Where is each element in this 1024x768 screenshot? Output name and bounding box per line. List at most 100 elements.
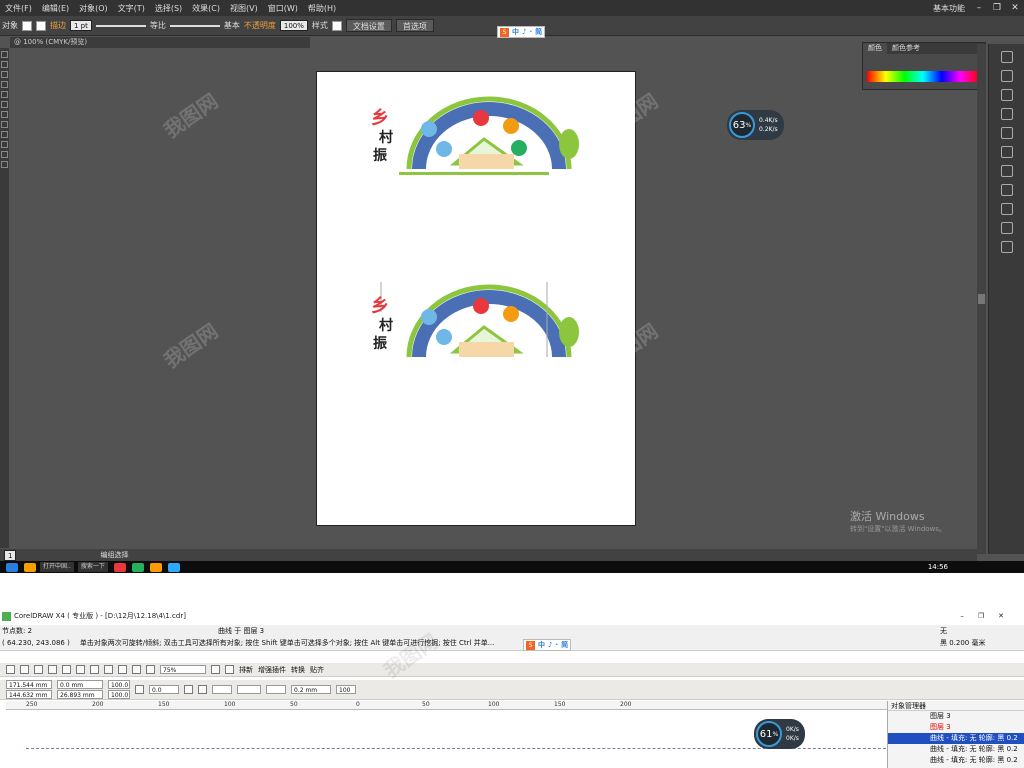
- page-node[interactable]: 图层 3: [888, 711, 1024, 722]
- outline-width-field[interactable]: 0.2 mm: [291, 685, 331, 694]
- save-icon[interactable]: [34, 665, 43, 674]
- height-field[interactable]: 26.893 mm: [57, 690, 103, 699]
- color-spectrum[interactable]: [867, 71, 979, 82]
- cut-icon[interactable]: [62, 665, 71, 674]
- app-icon-1[interactable]: [113, 562, 126, 572]
- type-tool-icon[interactable]: [1, 71, 8, 78]
- stroke-label[interactable]: 描边: [50, 20, 66, 31]
- toolbar-btn-3[interactable]: 转换: [291, 665, 305, 675]
- segment-field[interactable]: 100: [336, 685, 356, 694]
- pen-tool-icon[interactable]: [1, 81, 8, 88]
- brush-label[interactable]: 基本: [224, 20, 240, 31]
- menu-object[interactable]: 对象(O): [74, 3, 113, 14]
- photoshop-icon[interactable]: [167, 562, 180, 572]
- gradient-icon[interactable]: [1000, 146, 1013, 158]
- taskbar-item-browser[interactable]: 打开中国..: [40, 562, 74, 572]
- hand-tool-icon[interactable]: [1, 151, 8, 158]
- toolbar-btn-4[interactable]: 贴齐: [310, 665, 324, 675]
- start-arrow-select[interactable]: [212, 685, 232, 694]
- export-icon[interactable]: [146, 665, 155, 674]
- zoom-in-icon[interactable]: [211, 665, 220, 674]
- close-icon[interactable]: ✕: [1006, 3, 1024, 13]
- object-row[interactable]: 曲线 - 填充: 无 轮廓: 黑 0.2: [888, 755, 1024, 766]
- line-style-select[interactable]: [237, 685, 261, 694]
- redo-icon[interactable]: [118, 665, 127, 674]
- window-controls[interactable]: –❐✕: [960, 612, 1018, 620]
- stroke-swatch[interactable]: [36, 20, 46, 31]
- swatches-icon[interactable]: [1000, 70, 1013, 82]
- workspace-switcher[interactable]: 基本功能: [928, 3, 970, 14]
- tab-color[interactable]: 颜色: [863, 43, 887, 54]
- menu-file[interactable]: 文件(F): [0, 3, 37, 14]
- eyedropper-tool-icon[interactable]: [1, 141, 8, 148]
- zoom-level-field[interactable]: 75%: [160, 665, 206, 674]
- artboards-icon[interactable]: [1000, 241, 1013, 253]
- fill-swatch[interactable]: [22, 20, 32, 31]
- undo-icon[interactable]: [104, 665, 113, 674]
- taskbar-item-search[interactable]: 搜索一下: [77, 562, 108, 572]
- profile-label[interactable]: 等比: [150, 20, 166, 31]
- style-swatch[interactable]: [331, 20, 342, 31]
- stroke-icon[interactable]: [1000, 127, 1013, 139]
- restore-icon[interactable]: ❐: [988, 3, 1006, 13]
- import-icon[interactable]: [132, 665, 141, 674]
- symbols-icon[interactable]: [1000, 108, 1013, 120]
- menu-window[interactable]: 窗口(W): [263, 3, 303, 14]
- guideline[interactable]: [26, 748, 886, 749]
- ime-toolbar[interactable]: S 中 ♪ · 简: [497, 26, 546, 38]
- toolbar-btn-2[interactable]: 增强插件: [258, 665, 286, 675]
- menu-help[interactable]: 帮助(H): [303, 3, 341, 14]
- mirror-v-icon[interactable]: [198, 685, 207, 694]
- selection-tool-icon[interactable]: [1, 51, 8, 58]
- vertical-scrollbar[interactable]: [977, 44, 986, 554]
- explorer-icon[interactable]: [24, 562, 36, 572]
- opacity-field[interactable]: 100%: [279, 20, 308, 31]
- stroke-weight-field[interactable]: 1 pt: [70, 20, 92, 31]
- width-field[interactable]: 0.0 mm: [57, 680, 103, 689]
- layer-node[interactable]: 图层 3: [888, 722, 1024, 733]
- copy-icon[interactable]: [76, 665, 85, 674]
- scroll-thumb[interactable]: [978, 294, 985, 304]
- doc-setup-button[interactable]: 文档设置: [345, 19, 392, 32]
- artboard[interactable]: 乡 村 振 乡 村 振: [316, 71, 636, 526]
- mirror-h-icon[interactable]: [184, 685, 193, 694]
- menu-select[interactable]: 选择(S): [150, 3, 187, 14]
- minimize-icon[interactable]: –: [970, 3, 988, 13]
- opacity-label[interactable]: 不透明度: [244, 20, 276, 31]
- scale-tool-icon[interactable]: [1, 121, 8, 128]
- ime-toolbar-2[interactable]: S 中 ♪ · 简: [523, 639, 572, 651]
- menu-edit[interactable]: 编辑(E): [37, 3, 74, 14]
- prefs-button[interactable]: 首选项: [395, 19, 434, 32]
- zoom-out-icon[interactable]: [225, 665, 234, 674]
- zoom-tool-icon[interactable]: [1, 161, 8, 168]
- new-icon[interactable]: [6, 665, 15, 674]
- direct-select-tool-icon[interactable]: [1, 61, 8, 68]
- y-position-field[interactable]: 144.632 mm: [6, 690, 52, 699]
- toolbar-btn-1[interactable]: 排新: [239, 665, 253, 675]
- menu-view[interactable]: 视图(V): [225, 3, 263, 14]
- rotate-tool-icon[interactable]: [1, 111, 8, 118]
- illustrator-icon[interactable]: [149, 562, 162, 572]
- color-panel-icon[interactable]: [1000, 51, 1013, 63]
- transparency-icon[interactable]: [1000, 165, 1013, 177]
- lock-ratio-icon[interactable]: [135, 685, 144, 694]
- scale-y-field[interactable]: 100.0: [108, 690, 130, 699]
- print-icon[interactable]: [48, 665, 57, 674]
- scale-x-field[interactable]: 100.0: [108, 680, 130, 689]
- document-tab[interactable]: @ 100% (CMYK/预览): [10, 37, 310, 48]
- start-icon[interactable]: [6, 562, 18, 572]
- menu-type[interactable]: 文字(T): [113, 3, 150, 14]
- brush-tool-icon[interactable]: [1, 101, 8, 108]
- brushes-icon[interactable]: [1000, 89, 1013, 101]
- paste-icon[interactable]: [90, 665, 99, 674]
- artboard-nav[interactable]: 1: [4, 549, 17, 561]
- profile-preview[interactable]: [95, 24, 146, 27]
- graphic-styles-icon[interactable]: [1000, 203, 1013, 215]
- menu-effect[interactable]: 效果(C): [187, 3, 225, 14]
- gradient-tool-icon[interactable]: [1, 131, 8, 138]
- rectangle-tool-icon[interactable]: [1, 91, 8, 98]
- end-arrow-select[interactable]: [266, 685, 286, 694]
- angle-field[interactable]: 0.0: [149, 685, 179, 694]
- open-icon[interactable]: [20, 665, 29, 674]
- tab-color-guide[interactable]: 颜色参考: [887, 43, 925, 54]
